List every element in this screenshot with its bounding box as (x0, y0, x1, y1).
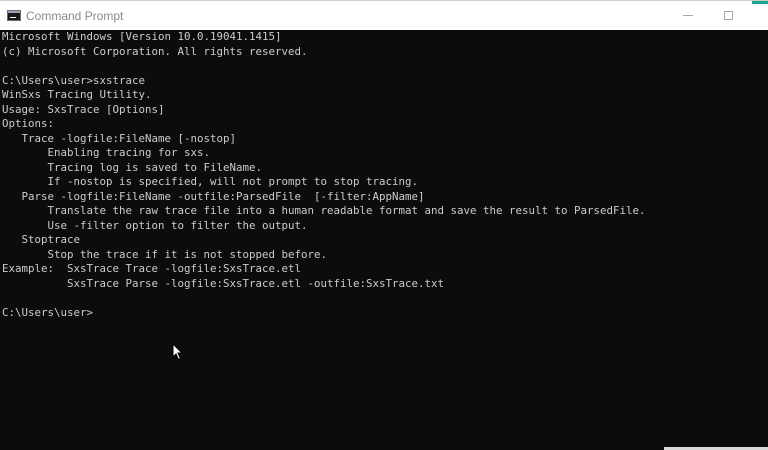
terminal-line: If -nostop is specified, will not prompt… (2, 175, 419, 188)
terminal-line: Tracing log is saved to FileName. (2, 160, 263, 174)
terminal-line: Translate the raw trace file into a huma… (2, 204, 646, 217)
cmd-icon[interactable] (7, 10, 21, 21)
terminal-line: C:\Users\user>sxstrace (2, 73, 146, 87)
command-prompt-window: Command Prompt Microsoft Windows [Versio… (0, 0, 768, 450)
maximize-icon (723, 11, 733, 20)
window-title: Command Prompt (26, 9, 124, 23)
title-bar[interactable]: Command Prompt (0, 0, 768, 30)
minimize-icon (683, 15, 693, 16)
taskbar-accent-strip (752, 1, 768, 4)
cmd-icon-prompt-glyph (10, 14, 16, 18)
maximize-button[interactable] (705, 1, 751, 30)
terminal-line: Stop the trace if it is not stopped befo… (2, 247, 328, 261)
terminal-line: SxsTrace Parse -logfile:SxsTrace.etl -ou… (2, 276, 445, 290)
terminal-line: C:\Users\user> (2, 305, 94, 319)
terminal-line: Usage: SxsTrace [Options] (2, 102, 165, 116)
terminal-line: Options: (2, 117, 55, 130)
terminal-line: Use -filter option to filter the output. (2, 218, 308, 232)
terminal-line: Trace -logfile:FileName [-nostop] (2, 131, 237, 145)
terminal-line: Parse -logfile:FileName -outfile:ParsedF… (2, 189, 425, 203)
terminal-line: Example: SxsTrace Trace -logfile:SxsTrac… (2, 262, 302, 275)
cmd-icon-bar (8, 11, 20, 13)
terminal-line: Microsoft Windows [Version 10.0.19041.14… (2, 30, 282, 43)
mouse-pointer-icon (172, 343, 184, 361)
terminal-line: WinSxs Tracing Utility. (2, 88, 152, 101)
terminal-line: Stoptrace (2, 233, 81, 246)
terminal-text: Microsoft Windows [Version 10.0.19041.14… (0, 30, 768, 320)
terminal-output-area[interactable]: Microsoft Windows [Version 10.0.19041.14… (0, 30, 768, 450)
terminal-line: (c) Microsoft Corporation. All rights re… (2, 44, 308, 58)
terminal-line: Enabling tracing for sxs. (2, 146, 211, 159)
